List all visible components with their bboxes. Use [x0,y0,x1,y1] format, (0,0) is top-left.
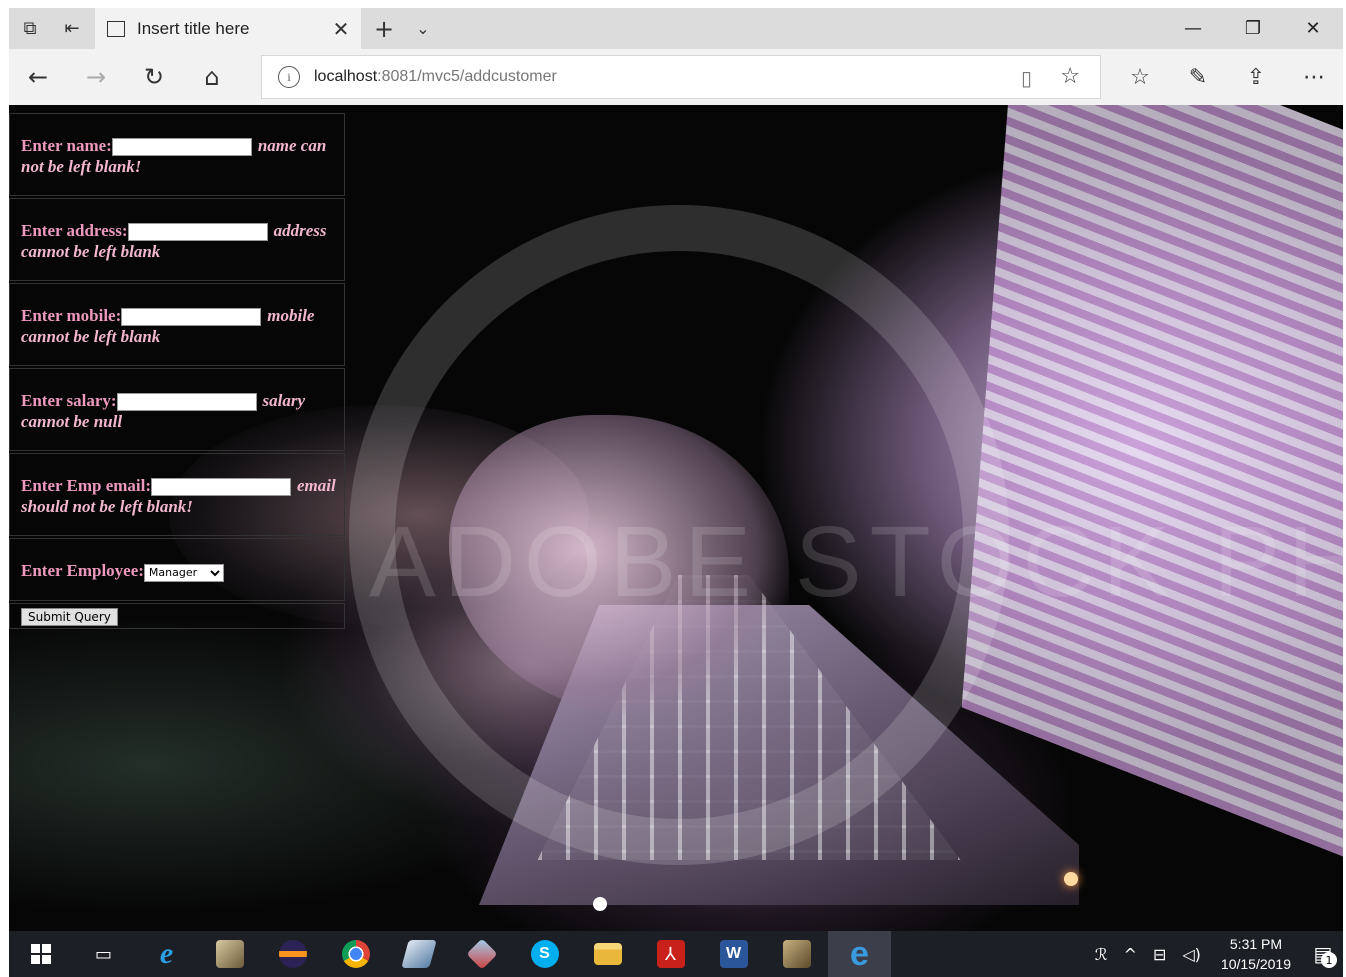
internet-explorer-icon: e [159,937,174,970]
git-button[interactable] [450,931,513,977]
page-icon [107,20,125,37]
laptop-led [593,897,607,911]
new-tab-button[interactable]: + [366,8,402,49]
mobile-label: Enter mobile: [21,306,122,326]
app-button-11[interactable] [765,931,828,977]
url-path: :8081/mvc5/addcustomer [377,68,557,85]
info-icon[interactable]: i [278,66,300,88]
mobile-row: Enter mobile: mobile cannot be left blank [9,283,345,367]
forward-button[interactable]: → [67,49,125,105]
set-aside-tabs-icon[interactable]: ⇤ [51,8,93,49]
task-view-button[interactable]: ▭ [72,931,135,977]
tab-preview-icon[interactable]: ⧉ [9,8,51,49]
minimize-button[interactable]: — [1163,8,1223,49]
submit-row: Submit Query [9,602,345,629]
skype-icon: S [530,940,559,968]
email-label: Enter Emp email: [21,476,152,496]
windows-icon [30,944,51,964]
nav-bar: ← → ↻ ⌂ i localhost:8081/mvc5/addcustome… [9,49,1343,105]
chrome-icon [341,940,370,968]
address-row: Enter address: address cannot be left bla… [9,198,345,282]
app-button-5[interactable] [387,931,450,977]
favorites-icon[interactable]: ☆ [1111,49,1169,105]
employee-select[interactable]: Manager [143,563,224,582]
app-11-icon [782,940,811,968]
home-button[interactable]: ⌂ [183,49,241,105]
tab-active[interactable]: Insert title here ✕ [95,8,361,49]
app-2-icon [215,940,244,968]
action-center-icon[interactable]: ▤1 [1303,942,1343,968]
chevron-down-icon[interactable]: ⌄ [405,8,441,49]
app-button-2[interactable] [198,931,261,977]
folder-icon [593,943,622,965]
url-text: localhost:8081/mvc5/addcustomer [314,68,557,86]
word-button[interactable]: W [702,931,765,977]
eclipse-icon [278,940,307,968]
volume-icon[interactable]: ◁) [1174,945,1209,964]
salary-input[interactable] [116,393,257,412]
system-tray: ℛ ^ ⊟ ◁) 5:31 PM 10/15/2019 ▤1 [1087,931,1343,977]
back-button[interactable]: ← [9,49,67,105]
laptop-led-orange [1064,872,1078,886]
edge-button[interactable]: e [828,931,891,977]
network-icon[interactable]: ⊟ [1145,945,1174,964]
watermark-text: ADOBE STOCK PHOTOS [369,505,1343,620]
watermark-label: ADOBE STOCK PHOTOS [369,506,1343,618]
employee-label: Enter Employee: [21,561,144,581]
word-icon: W [719,940,748,968]
tab-title: Insert title here [137,18,250,38]
taskbar: ▭ e S ⅄ W e ℛ ^ ⊟ ◁) 5:31 PM 10/15/2019 … [9,931,1343,977]
skype-button[interactable]: S [513,931,576,977]
employee-row: Enter Employee: Manager [9,538,345,601]
url-host: localhost [314,68,378,85]
submit-button[interactable]: Submit Query [21,607,118,626]
salary-row: Enter salary: salary cannot be null [9,368,345,452]
edge-icon: e [850,934,869,973]
customer-form: Enter name: name can not be left blank! E… [9,113,345,629]
file-explorer-button[interactable] [576,931,639,977]
reading-view-icon[interactable]: ▯ [1021,66,1032,90]
start-button[interactable] [9,931,72,977]
clock-time: 5:31 PM [1229,936,1283,952]
title-bar: ⧉ ⇤ Insert title here ✕ + ⌄ — ❐ ✕ [9,8,1343,49]
close-tab-icon[interactable]: ✕ [321,17,361,41]
name-input[interactable] [111,138,252,157]
people-icon[interactable]: ℛ [1087,945,1116,964]
app-5-icon [400,940,437,968]
internet-explorer-button[interactable]: e [135,931,198,977]
chevron-up-icon[interactable]: ^ [1116,945,1145,964]
notification-badge: 1 [1321,952,1337,968]
email-input[interactable] [151,478,292,497]
email-row: Enter Emp email: email should not be left… [9,453,345,537]
share-icon[interactable]: ⇪ [1227,49,1285,105]
notes-icon[interactable]: ✎ [1169,49,1227,105]
acrobat-button[interactable]: ⅄ [639,931,702,977]
clock[interactable]: 5:31 PM 10/15/2019 [1209,934,1303,974]
refresh-button[interactable]: ↻ [125,49,183,105]
name-row: Enter name: name can not be left blank! [9,113,345,197]
more-icon[interactable]: ⋯ [1285,49,1343,105]
close-window-button[interactable]: ✕ [1283,8,1343,49]
git-icon [465,938,498,970]
restore-button[interactable]: ❐ [1223,8,1283,49]
toolbar-right: ☆ ✎ ⇪ ⋯ [1111,49,1343,105]
name-label: Enter name: [21,136,112,155]
salary-label: Enter salary: [21,391,117,411]
favorite-star-icon[interactable]: ☆ [1060,64,1080,89]
address-label: Enter address: [21,221,128,241]
clock-date: 10/15/2019 [1220,956,1291,972]
chrome-button[interactable] [324,931,387,977]
eclipse-button[interactable] [261,931,324,977]
address-input[interactable] [127,223,268,242]
acrobat-icon: ⅄ [656,940,685,968]
mobile-input[interactable] [121,308,262,327]
task-view-icon: ▭ [94,943,112,965]
address-bar[interactable]: i localhost:8081/mvc5/addcustomer ▯ ☆ [261,55,1101,99]
window-controls: — ❐ ✕ [1163,8,1343,49]
